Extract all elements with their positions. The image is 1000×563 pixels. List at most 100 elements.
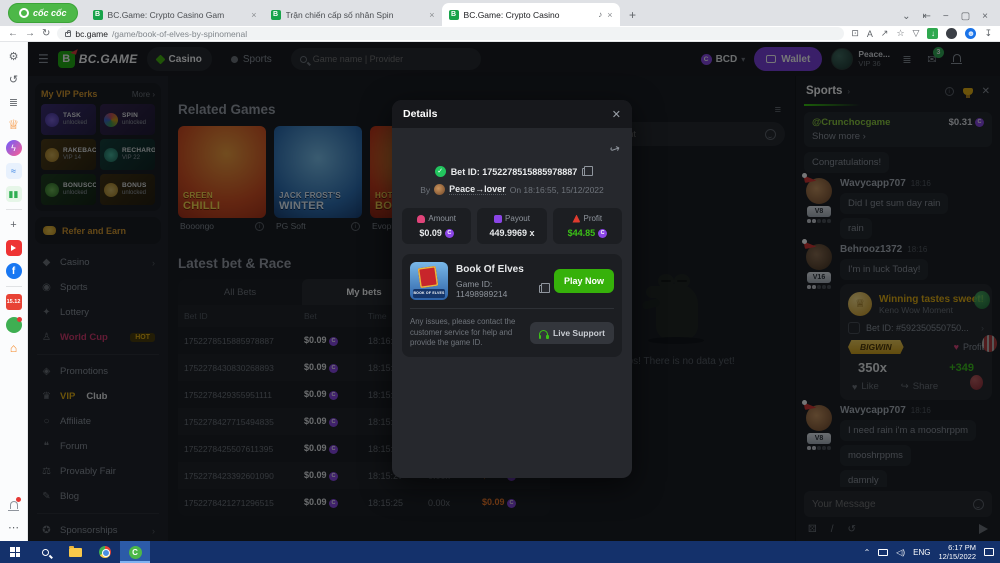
tab-favicon [92, 9, 103, 20]
copy-icon[interactable] [582, 165, 594, 176]
shopping-icon[interactable]: ⌂ [6, 340, 22, 356]
by-label: By [420, 184, 431, 195]
back-icon[interactable]: ← [8, 28, 18, 39]
amount-icon [417, 214, 426, 223]
new-tab-button[interactable]: + [624, 8, 642, 22]
history-icon[interactable]: ↺ [6, 71, 22, 87]
bet-details-modal: Details ✕ ↪ ✓ Bet ID: 175227851588597888… [392, 100, 632, 478]
copy-icon[interactable] [538, 282, 550, 293]
weather-widget-icon[interactable]: ≈ [5, 163, 22, 179]
browser-addressbar: ← → ↻ bc.game /game/book-of-elves-by-spi… [0, 26, 1000, 42]
lock-icon [65, 30, 72, 37]
volume-icon[interactable]: ◁) [896, 548, 905, 557]
notifications-bell-icon[interactable] [6, 497, 22, 513]
file-explorer-icon[interactable] [60, 541, 90, 563]
tab-audio-icon[interactable]: ♪ [598, 10, 602, 19]
tab-title: BC.Game: Crypto Casino [463, 9, 560, 20]
modal-title: Details [403, 108, 438, 120]
coccoc-logo-icon [19, 8, 29, 18]
tab-search-icon[interactable]: ⌄ [902, 11, 910, 22]
verified-shield-icon: ✓ [434, 166, 446, 177]
tray-expand-icon[interactable]: ⌃ [864, 548, 871, 557]
tab-title: Trận chiến cấp số nhân Spin [285, 9, 394, 20]
settings-icon[interactable]: ⚙ [6, 48, 22, 64]
youtube-icon[interactable] [5, 240, 22, 256]
games-icon[interactable]: ▮▮ [5, 186, 22, 202]
coccoc-taskbar-icon[interactable]: C [120, 541, 150, 563]
play-now-button[interactable]: Play Now [553, 269, 614, 293]
stat-profit: Profit $44.85 C [552, 208, 622, 244]
minimize-button[interactable]: − [943, 11, 949, 22]
calendar-icon[interactable]: 15.12 [5, 294, 22, 310]
maximize-button[interactable]: ▢ [961, 11, 970, 22]
coccoc-brand-label: cốc cốc [33, 8, 67, 18]
coin-icon: C [444, 228, 454, 238]
start-button[interactable] [0, 541, 30, 563]
reading-list-icon[interactable]: ≣ [6, 94, 22, 110]
browser-tabstrip: cốc cốc BC.Game: Crypto Casino Gam × Trậ… [0, 0, 1000, 26]
action-center-icon[interactable] [984, 548, 994, 556]
share-page-icon[interactable]: ↗ [881, 28, 889, 39]
divider [5, 286, 22, 287]
language-indicator[interactable]: ENG [913, 548, 930, 557]
extension-icon[interactable] [946, 28, 958, 39]
support-note: Any issues, please contact the customer … [410, 317, 516, 348]
stat-payout: Payout 449.9969 x [477, 208, 547, 244]
share-icon[interactable]: ↪ [608, 141, 622, 158]
browser-profile-avatar[interactable]: ☻ [965, 28, 977, 39]
tab-close-icon[interactable]: × [607, 10, 612, 20]
bet-username[interactable]: Peace→lover [449, 184, 506, 195]
vip-crown-icon[interactable]: ♕ [6, 117, 22, 133]
close-window-button[interactable]: × [982, 11, 988, 22]
more-icon[interactable]: ⋯ [6, 519, 22, 535]
adblock-shield-icon[interactable]: ▽ [913, 28, 920, 39]
bet-datetime: On 18:16:55, 15/12/2022 [509, 184, 604, 195]
bet-id: Bet ID: 1752278515885978887 [450, 166, 578, 177]
download-extension-icon[interactable]: ↓ [927, 28, 939, 39]
browser-side-rail: ⚙ ↺ ≣ ♕ ϟ ≈ ▮▮ + f 15.12 ⌂ ⋯ [0, 42, 28, 541]
divider [410, 308, 614, 309]
browser-tab-1[interactable]: BC.Game: Crypto Casino Gam × [86, 3, 264, 26]
coin-icon: C [598, 228, 608, 238]
sticker-icon[interactable] [5, 317, 22, 333]
reload-icon[interactable]: ↻ [42, 28, 50, 39]
book-of-elves-thumbnail: BOOK OF ELVES [410, 262, 448, 300]
forward-icon[interactable]: → [25, 28, 35, 39]
tab-favicon [270, 9, 281, 20]
windows-taskbar: C ⌃ ◁) ENG 6:17 PM 12/15/2022 [0, 541, 1000, 563]
network-icon[interactable] [878, 548, 889, 556]
browser-tab-2[interactable]: Trận chiến cấp số nhân Spin × [264, 3, 442, 26]
live-support-label: Live Support [553, 327, 605, 338]
add-shortcut-icon[interactable]: + [6, 217, 22, 233]
payout-icon [494, 214, 503, 223]
system-tray: ⌃ ◁) ENG 6:17 PM 12/15/2022 [864, 543, 1000, 562]
url-path: /game/book-of-elves-by-spinomenal [112, 28, 248, 39]
game-id: Game ID: 11498989214 [456, 278, 508, 299]
profit-icon [572, 214, 581, 223]
pin-sidebar-icon[interactable]: ⇤ [922, 11, 930, 22]
game-title: Book Of Elves [456, 263, 524, 275]
browser-tab-3-active[interactable]: BC.Game: Crypto Casino ♪ × [441, 3, 620, 26]
live-support-button[interactable]: Live Support [530, 321, 614, 344]
tab-close-icon[interactable]: × [429, 10, 434, 20]
tab-title: BC.Game: Crypto Casino Gam [107, 9, 225, 20]
chrome-icon[interactable] [90, 541, 120, 563]
bookmark-star-icon[interactable]: ☆ [896, 28, 904, 39]
divider [5, 209, 22, 210]
save-page-icon[interactable]: ⊡ [851, 28, 859, 39]
clock[interactable]: 6:17 PM 12/15/2022 [938, 543, 976, 562]
translate-icon[interactable]: A [867, 29, 873, 39]
url-field[interactable]: bc.game /game/book-of-elves-by-spinomena… [57, 27, 845, 40]
tab-close-icon[interactable]: × [251, 10, 256, 20]
downloads-icon[interactable]: ↧ [984, 28, 992, 39]
taskbar-search-icon[interactable] [30, 541, 60, 563]
close-icon[interactable]: ✕ [612, 108, 621, 121]
tab-favicon [448, 9, 459, 20]
bcgame-app: ☰ B BC.GAME Casino Sports [28, 42, 1000, 541]
messenger-icon[interactable]: ϟ [5, 140, 22, 156]
game-card: BOOK OF ELVES Book Of Elves Game ID: 114… [402, 254, 622, 357]
facebook-icon[interactable]: f [5, 263, 22, 279]
screen: cốc cốc BC.Game: Crypto Casino Gam × Trậ… [0, 0, 1000, 563]
coccoc-menu-button[interactable]: cốc cốc [8, 3, 78, 23]
headset-icon [538, 329, 549, 339]
